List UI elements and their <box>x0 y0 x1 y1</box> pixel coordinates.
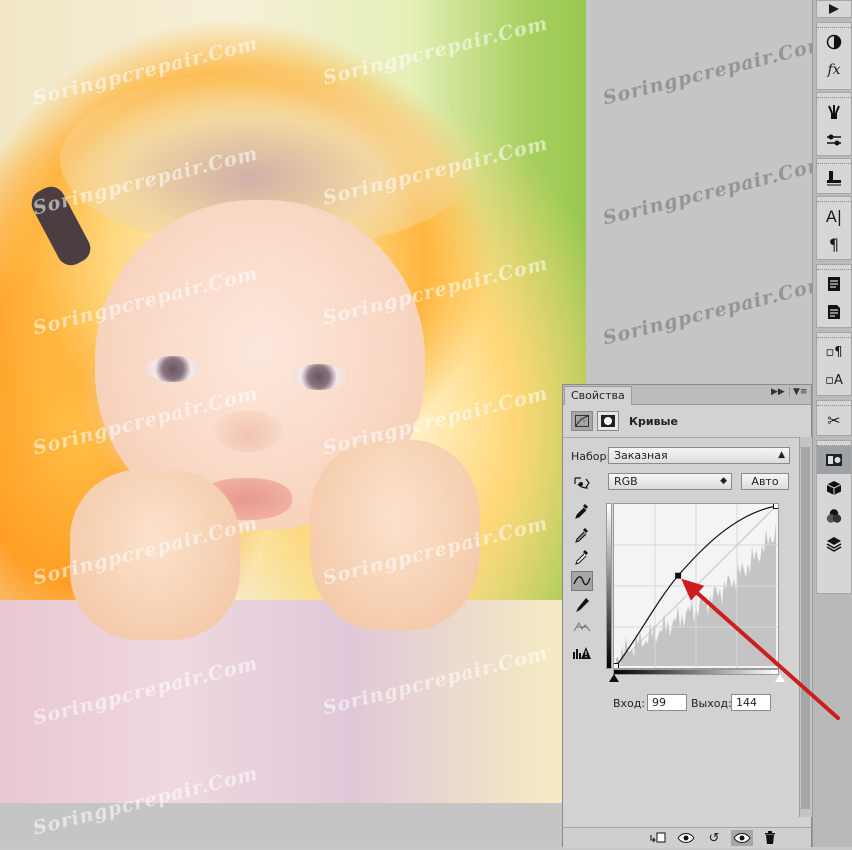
preset-label: Набор: <box>571 450 611 463</box>
fx-icon[interactable]: fx <box>817 56 851 84</box>
dropdown-arrow-icon: ◆ <box>720 476 727 486</box>
panel-menu-icon[interactable]: ▼≡ <box>789 387 807 397</box>
dock-group: fx <box>816 22 852 90</box>
input-label: Вход: <box>613 697 646 710</box>
glyph-a-icon[interactable]: ▫A <box>817 366 851 394</box>
tool-presets-icon[interactable] <box>817 164 851 192</box>
pencil-icon[interactable] <box>571 595 593 615</box>
character-styles-icon[interactable] <box>817 270 851 298</box>
document-photo[interactable] <box>0 0 586 803</box>
paragraph-icon[interactable]: ¶ <box>817 230 851 258</box>
clip-to-layer-icon[interactable] <box>647 830 669 846</box>
panel-dock-strip: fx A| ¶ ▫¶ ▫A ✂ <box>812 0 852 847</box>
on-image-adjust-icon[interactable] <box>571 473 593 493</box>
collapse-icon[interactable]: ▶▶ <box>771 387 785 397</box>
glyph-styles-icon[interactable]: ▫¶ <box>817 338 851 366</box>
black-slider-handle[interactable] <box>609 674 619 682</box>
gray-point-eyedropper-icon[interactable] <box>571 525 593 545</box>
toggle-visibility-icon[interactable] <box>731 830 753 846</box>
layer-mask-icon[interactable] <box>597 411 619 431</box>
curve-endpoint-white[interactable] <box>773 503 779 509</box>
left-eye <box>146 356 200 382</box>
adjustments-icon[interactable] <box>817 28 851 56</box>
paragraph-styles-icon[interactable] <box>817 298 851 326</box>
dock-group <box>816 92 852 156</box>
dock-group: ✂ <box>816 400 852 436</box>
auto-button[interactable]: Авто <box>741 473 789 490</box>
output-label: Выход: <box>691 697 732 710</box>
panel-scrollbar[interactable] <box>799 437 812 817</box>
curve-edit-points-icon[interactable] <box>571 571 593 591</box>
channel-dropdown[interactable]: RGB ◆ <box>608 473 732 490</box>
left-hand <box>70 470 240 640</box>
scrollbar-thumb[interactable] <box>801 447 810 809</box>
adjustment-header: Кривые <box>571 409 678 433</box>
view-previous-icon[interactable] <box>675 830 697 846</box>
3d-icon[interactable] <box>817 474 851 502</box>
input-field[interactable]: 99 <box>647 694 687 711</box>
white-slider-handle[interactable] <box>775 674 785 682</box>
character-icon[interactable]: A| <box>817 202 851 230</box>
play-icon[interactable] <box>817 1 851 17</box>
curve-control-point[interactable] <box>675 572 682 579</box>
properties-tab[interactable]: Свойства <box>564 386 632 405</box>
trash-icon[interactable] <box>759 830 781 846</box>
dock-group <box>816 264 852 328</box>
dock-group <box>816 440 852 594</box>
dock-group: ▫¶ ▫A <box>816 332 852 396</box>
panel-titlebar: Свойства ▶▶ ▼≡ <box>563 385 811 405</box>
right-hand <box>310 440 480 630</box>
black-point-eyedropper-icon[interactable] <box>571 501 593 521</box>
input-gradient-ramp <box>613 669 779 675</box>
channels-icon[interactable] <box>817 502 851 530</box>
clone-source-icon[interactable] <box>817 126 851 154</box>
smooth-curve-icon[interactable] <box>571 617 593 637</box>
clipping-warning-icon[interactable] <box>571 643 593 663</box>
layers-icon[interactable] <box>817 530 851 558</box>
curve-canvas[interactable] <box>613 503 779 669</box>
adjustment-title: Кривые <box>629 414 678 428</box>
reset-icon[interactable]: ↺ <box>703 830 725 846</box>
curves-graph[interactable] <box>613 503 779 669</box>
output-gradient-ramp <box>606 503 612 669</box>
measurement-icon[interactable]: ✂ <box>817 406 851 434</box>
panel-bottom-bar: ↺ <box>563 827 811 848</box>
brush-presets-icon[interactable] <box>817 98 851 126</box>
properties-icon[interactable] <box>817 446 851 474</box>
dock-group <box>816 0 852 18</box>
dock-group <box>816 158 852 194</box>
curves-adjustment-icon[interactable] <box>571 411 593 431</box>
nose <box>214 410 282 452</box>
dress <box>0 600 586 803</box>
right-eye <box>292 364 346 390</box>
output-field[interactable]: 144 <box>731 694 771 711</box>
preset-dropdown[interactable]: Заказная ▲ <box>608 447 790 464</box>
dock-group: A| ¶ <box>816 196 852 260</box>
curve-endpoint-black[interactable] <box>613 663 619 669</box>
white-point-eyedropper-icon[interactable] <box>571 547 593 567</box>
properties-panel: Свойства ▶▶ ▼≡ Кривые Набор: Заказная ▲ R… <box>562 384 812 848</box>
dropdown-arrow-icon: ▲ <box>778 450 785 460</box>
